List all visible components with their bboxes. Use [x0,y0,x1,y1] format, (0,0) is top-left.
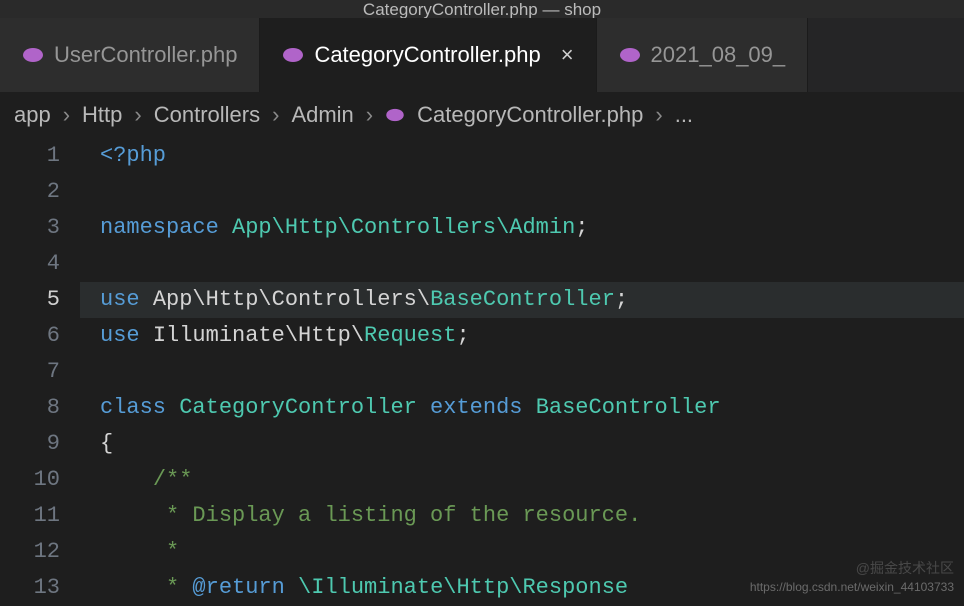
namespace-path: App\Http\Controllers\ [153,287,430,312]
keyword: use [100,287,153,312]
keyword: extends [417,395,536,420]
class-name: BaseController [536,395,721,420]
line-number: 12 [0,534,60,570]
window-title: CategoryController.php — shop [0,0,964,18]
chevron-right-icon: › [366,102,373,128]
line-number: 9 [0,426,60,462]
doc-return-type: \Illuminate\Http\Response [298,575,628,600]
line-number-gutter: 1 2 3 4 5 6 7 8 9 10 11 12 13 [0,138,80,606]
line-number: 4 [0,246,60,282]
semicolon: ; [615,287,628,312]
tab-usercontroller[interactable]: UserController.php [0,18,260,92]
code-line[interactable] [80,174,964,210]
doc-comment: * [153,539,179,564]
breadcrumb-more[interactable]: ... [675,102,693,128]
code-line[interactable]: use App\Http\Controllers\BaseController; [80,282,964,318]
line-number: 10 [0,462,60,498]
breadcrumb-part[interactable]: Controllers [154,102,260,128]
tab-label: UserController.php [54,42,237,68]
chevron-right-icon: › [63,102,70,128]
chevron-right-icon: › [655,102,662,128]
doc-comment [285,575,298,600]
class-name: CategoryController [179,395,417,420]
doc-comment: * Display a listing of the resource. [153,503,641,528]
namespace-path: Illuminate\Http\ [153,323,364,348]
elephant-icon [22,47,44,63]
code-line[interactable]: namespace App\Http\Controllers\Admin; [80,210,964,246]
elephant-icon [619,47,641,63]
tab-categorycontroller[interactable]: CategoryController.php × [260,18,596,92]
php-open-tag: <?php [100,143,166,168]
watermark-text: @掘金技术社区 [856,558,954,578]
line-number: 8 [0,390,60,426]
brace: { [100,431,113,456]
code-editor[interactable]: 1 2 3 4 5 6 7 8 9 10 11 12 13 <?php name… [0,138,964,606]
code-line[interactable]: * Display a listing of the resource. [80,498,964,534]
breadcrumb-part[interactable]: Http [82,102,122,128]
tab-label: CategoryController.php [314,42,540,68]
close-icon[interactable]: × [561,42,574,68]
tabs-bar: UserController.php CategoryController.ph… [0,18,964,92]
breadcrumb[interactable]: app › Http › Controllers › Admin › Categ… [0,92,964,138]
semicolon: ; [575,215,588,240]
keyword: class [100,395,179,420]
line-number: 5 [0,282,60,318]
tab-label: 2021_08_09_ [651,42,786,68]
code-line[interactable]: use Illuminate\Http\Request; [80,318,964,354]
keyword: use [100,323,153,348]
line-number: 7 [0,354,60,390]
class-name: Request [364,323,456,348]
code-line[interactable] [80,246,964,282]
line-number: 6 [0,318,60,354]
namespace-name: App\Http\Controllers\Admin [232,215,575,240]
doc-comment: * [153,575,193,600]
breadcrumb-part[interactable]: app [14,102,51,128]
elephant-icon [282,47,304,63]
breadcrumb-part[interactable]: Admin [291,102,353,128]
line-number: 11 [0,498,60,534]
tab-migration[interactable]: 2021_08_09_ [597,18,809,92]
doc-comment: /** [153,467,193,492]
watermark-url: https://blog.csdn.net/weixin_44103733 [750,580,954,594]
code-line[interactable]: /** [80,462,964,498]
code-line[interactable]: <?php [80,138,964,174]
class-name: BaseController [430,287,615,312]
code-line[interactable]: { [80,426,964,462]
code-line[interactable]: class CategoryController extends BaseCon… [80,390,964,426]
code-line[interactable]: * [80,534,964,570]
line-number: 1 [0,138,60,174]
breadcrumb-part[interactable]: CategoryController.php [417,102,643,128]
elephant-icon [385,108,405,122]
line-number: 13 [0,570,60,606]
keyword: namespace [100,215,232,240]
code-area[interactable]: <?php namespace App\Http\Controllers\Adm… [80,138,964,606]
chevron-right-icon: › [272,102,279,128]
chevron-right-icon: › [134,102,141,128]
semicolon: ; [456,323,469,348]
code-line[interactable] [80,354,964,390]
doc-tag: @return [192,575,284,600]
line-number: 2 [0,174,60,210]
line-number: 3 [0,210,60,246]
